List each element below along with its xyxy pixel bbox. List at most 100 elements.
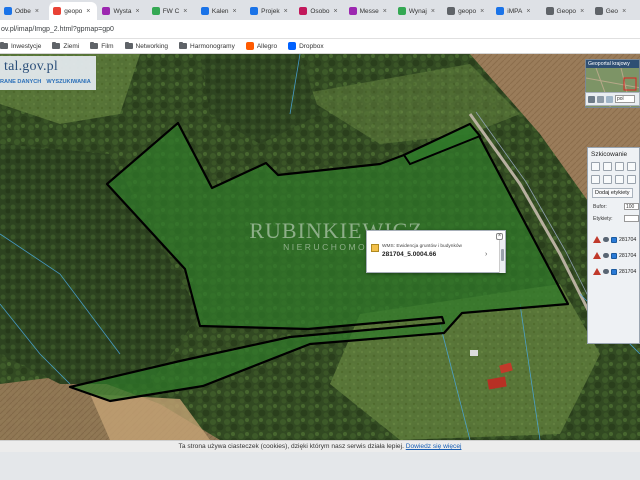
browser-tab[interactable]: Projek ×: [246, 2, 294, 20]
bookmark-label: Film: [101, 42, 114, 50]
parcel-id: 281704_5.0004.66: [382, 251, 437, 258]
close-tab-icon[interactable]: ×: [334, 8, 338, 15]
close-tab-icon[interactable]: ×: [135, 8, 139, 15]
draw-polygon-icon[interactable]: [615, 162, 624, 171]
eye-icon[interactable]: [603, 269, 609, 274]
bookmark-label: Networking: [135, 42, 169, 50]
buffer-label: Bufor:: [593, 204, 607, 210]
close-tab-icon[interactable]: ×: [383, 8, 387, 15]
bookmark-folder[interactable]: Film: [90, 42, 114, 50]
nav-search-link[interactable]: WYSZUKIWANIA: [46, 79, 90, 85]
home-icon[interactable]: [588, 95, 595, 103]
projection-select[interactable]: pol: [615, 95, 635, 103]
geoportal-logo[interactable]: tal.gov.pl: [4, 59, 58, 75]
favicon-icon: [200, 7, 209, 15]
sketch-panel: Szkicowanie Dodaj etykiety Bufor: 100 Et…: [587, 147, 640, 344]
tab-label: Geo: [605, 7, 619, 15]
sketch-item[interactable]: 281704: [593, 236, 636, 243]
browser-tab[interactable]: Messe ×: [345, 2, 393, 20]
close-tab-icon[interactable]: ×: [233, 8, 237, 15]
visibility-checkbox[interactable]: [611, 268, 617, 275]
chevron-right-icon[interactable]: ›: [485, 251, 487, 258]
polygon-icon: [593, 268, 601, 275]
bookmark-folder[interactable]: Inwestycje: [0, 42, 42, 50]
browser-tab[interactable]: Geo ×: [591, 2, 639, 20]
close-tab-icon[interactable]: ×: [480, 8, 484, 15]
tab-label: Geopo: [556, 7, 577, 15]
site-icon: [245, 42, 254, 50]
map-viewport[interactable]: [0, 54, 640, 440]
close-tab-icon[interactable]: ×: [622, 8, 626, 15]
browser-tab[interactable]: Osobo ×: [295, 2, 343, 20]
sketch-item-label: 281704: [619, 236, 637, 243]
popup-layer-label: WMS: Ewidencja gruntów i budynków: [382, 244, 462, 249]
close-tab-icon[interactable]: ×: [580, 8, 584, 15]
address-bar[interactable]: ov.pl/imap/Imgp_2.html?gpmap=gp0: [0, 20, 640, 39]
favicon-icon: [447, 7, 456, 15]
folder-icon: [0, 42, 8, 49]
sketch-item[interactable]: 281704: [593, 252, 636, 259]
folder-icon: [90, 42, 99, 49]
browser-tab[interactable]: geopo ×: [49, 2, 98, 20]
browser-tab[interactable]: geopo ×: [443, 2, 491, 20]
sketch-item[interactable]: 281704: [593, 268, 636, 275]
draw-line-icon[interactable]: [603, 162, 612, 171]
browser-tab[interactable]: Kalen ×: [197, 2, 245, 20]
bookmark-label: Inwestycje: [11, 42, 42, 50]
close-tab-icon[interactable]: ×: [183, 8, 187, 15]
polygon-icon: [593, 236, 601, 243]
sketch-tools-row-2: [591, 175, 636, 184]
erase-icon[interactable]: [615, 175, 624, 184]
eye-icon[interactable]: [603, 253, 609, 258]
bookmark-label: Harmonogramy: [190, 42, 235, 50]
close-tab-icon[interactable]: ×: [526, 8, 530, 15]
folder-icon: [52, 42, 61, 49]
draw-text-icon[interactable]: [627, 162, 636, 171]
close-tab-icon[interactable]: ×: [35, 8, 39, 15]
bookmark-folder[interactable]: Harmonogramy: [179, 42, 235, 50]
cookie-text: Ta strona używa ciasteczek (cookies), dz…: [178, 443, 404, 450]
url-text[interactable]: ov.pl/imap/Imgp_2.html?gpmap=gp0: [0, 23, 114, 36]
bookmark-label: Ziemi: [63, 42, 80, 50]
popup-scrollbar[interactable]: [499, 240, 505, 273]
browser-tab[interactable]: Geopo ×: [542, 2, 590, 20]
eye-icon[interactable]: [603, 237, 609, 242]
browser-tab[interactable]: FW C ×: [148, 2, 196, 20]
geoportal-header: tal.gov.pl RANE DANYCH WYSZUKIWANIA: [0, 56, 96, 90]
bookmark-folder[interactable]: Networking: [124, 42, 169, 50]
move-icon[interactable]: [603, 175, 612, 184]
browser-tab[interactable]: Wysta ×: [98, 2, 146, 20]
bookmark-folder[interactable]: Ziemi: [52, 42, 80, 50]
folder-icon: [124, 42, 133, 49]
browser-tab[interactable]: Wynaj ×: [394, 2, 442, 20]
bookmark-link[interactable]: Allegro: [245, 42, 277, 50]
sketch-panel-title: Szkicowanie: [591, 151, 628, 158]
visibility-checkbox[interactable]: [611, 252, 617, 259]
close-tab-icon[interactable]: ×: [284, 8, 288, 15]
draw-point-icon[interactable]: [591, 162, 600, 171]
visibility-checkbox[interactable]: [611, 236, 617, 243]
nav-data-link[interactable]: RANE DANYCH: [0, 79, 41, 85]
buffer-input[interactable]: 100: [624, 203, 639, 210]
sketch-item-label: 281704: [619, 252, 637, 259]
add-labels-button[interactable]: Dodaj etykiety: [592, 188, 633, 198]
export-icon[interactable]: [606, 95, 613, 103]
favicon-icon: [348, 7, 357, 15]
tab-label: Wysta: [113, 7, 132, 15]
browser-tab[interactable]: Odbe ×: [0, 2, 48, 20]
cookie-learn-more-link[interactable]: Dowiedz się więcej: [406, 443, 462, 450]
browser-tab[interactable]: iMPA ×: [492, 2, 540, 20]
close-tab-icon[interactable]: ×: [431, 8, 435, 15]
labels-input[interactable]: [624, 215, 639, 222]
delete-icon[interactable]: [627, 175, 636, 184]
close-tab-icon[interactable]: ×: [86, 8, 90, 15]
tab-label: geopo: [458, 7, 477, 15]
close-icon[interactable]: ×: [496, 233, 503, 240]
labels-label: Etykiety:: [593, 216, 613, 222]
browser-tab-strip: Odbe × geopo × Wysta × FW C × Kalen × Projek × Osobo…: [0, 0, 640, 20]
tab-label: geopo: [64, 7, 83, 15]
bookmark-link[interactable]: Dropbox: [288, 42, 324, 50]
print-icon[interactable]: [597, 95, 604, 103]
favicon-icon: [250, 7, 259, 15]
edit-icon[interactable]: [591, 175, 600, 184]
